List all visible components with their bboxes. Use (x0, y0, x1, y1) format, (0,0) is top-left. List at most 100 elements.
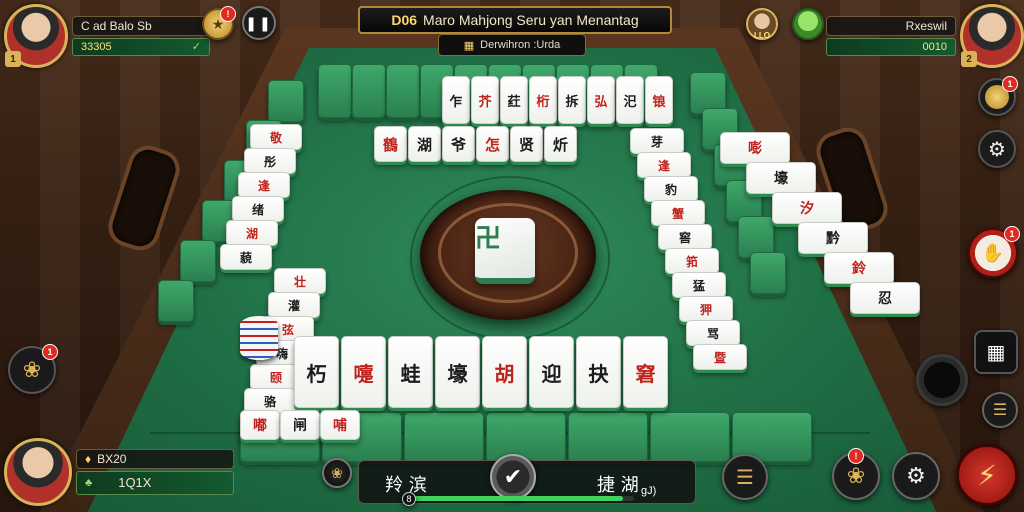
tile-glyph: 敬 (269, 130, 282, 145)
kong-button[interactable]: ⚙ (892, 452, 940, 500)
tile-row_top[interactable]: 芥 (471, 76, 499, 124)
turn-progress-fill (410, 496, 623, 501)
player-name: Rxeswil (826, 16, 956, 36)
tile-bottom_row[interactable]: 窘 (623, 336, 668, 408)
avatar[interactable]: 1 (4, 4, 68, 68)
wheat-coin-button[interactable]: ❀ (322, 458, 352, 488)
avatar[interactable] (4, 438, 72, 506)
tile-glyph: 弘 (594, 94, 608, 110)
tile-right_column[interactable]: 猛 (672, 272, 726, 298)
tile-row_top[interactable]: 弘 (587, 76, 615, 124)
tile-right_column[interactable]: 窖 (658, 224, 712, 250)
tile-left_column[interactable]: 彤 (244, 148, 296, 174)
tile-glyph: 哺 (333, 418, 347, 434)
tile-right_column[interactable]: 芽 (630, 128, 684, 154)
counter-value: 8 (406, 494, 412, 504)
tile-right_outer[interactable]: 忍 (850, 282, 920, 314)
tile-left_column[interactable]: 逢 (238, 172, 290, 198)
player-bottom-left[interactable]: ♦ BX20 ♣ 1Q1X (4, 438, 234, 506)
avatar[interactable]: 2 (960, 4, 1024, 68)
pong-button[interactable]: ❀ ! (832, 448, 880, 500)
tile-bottom_row[interactable]: 迎 (529, 336, 574, 408)
tile-right_column[interactable]: 暨 (693, 344, 747, 370)
tile-row_second[interactable]: 鶴 (374, 126, 407, 162)
tile-bottom_row[interactable]: 壕 (435, 336, 480, 408)
tile-glyph: 忍 (878, 291, 892, 307)
tile-bottom_row[interactable]: 抉 (576, 336, 621, 408)
tile-bottom_row[interactable]: 朽 (294, 336, 339, 408)
mahjong-win-button[interactable]: ⚡ (956, 444, 1018, 506)
center-dice-tile[interactable]: 卍 (475, 218, 535, 284)
tile-bottom_row[interactable]: 嚏 (341, 336, 386, 408)
tile-glyph: 黔 (826, 231, 840, 247)
turn-progress-track (410, 496, 634, 501)
tile-left_column[interactable]: 敬 (250, 124, 302, 150)
chat-button[interactable]: ☰ (982, 392, 1018, 428)
tile-right_column[interactable]: 狎 (679, 296, 733, 322)
notification-badge: 1 (1004, 226, 1020, 242)
tile-right_outer[interactable]: 鈴 (824, 252, 894, 284)
tile-right_column[interactable]: 筘 (665, 248, 719, 274)
gift-button[interactable]: ❀ 1 (8, 344, 58, 394)
tile-row_top[interactable]: 荭 (500, 76, 528, 124)
center-tile-glyph: 卍 (475, 224, 502, 254)
tile-bottom_front[interactable]: 闸 (280, 410, 320, 440)
tile-left_column[interactable]: 藐 (220, 244, 272, 270)
tile-left_column[interactable]: 灌 (268, 292, 320, 318)
tile-right_outer[interactable]: 壕 (746, 162, 816, 194)
deal-button[interactable]: ✋ 1 (968, 226, 1020, 278)
match-title: Maro Mahjong Seru yan Menantag (423, 12, 639, 28)
tile-left_column[interactable]: 壮 (274, 268, 326, 294)
side-slot-knob (916, 354, 968, 406)
chow-button[interactable]: ☰ (722, 454, 768, 500)
tile-right_column[interactable]: 蟹 (651, 200, 705, 226)
tile-right_column[interactable]: 豹 (644, 176, 698, 202)
player-top-left[interactable]: 1 C ad Balo Sb 33305 ✓ (4, 4, 210, 68)
tile-row_top[interactable]: 乍 (442, 76, 470, 124)
tile-glyph: 彤 (263, 154, 276, 169)
tile-row_second[interactable]: 爷 (442, 126, 475, 162)
leaf-icon: ❀ (22, 357, 42, 382)
tile-glyph: 壕 (447, 361, 468, 386)
tile-row_second[interactable]: 炘 (544, 126, 577, 162)
layout-button[interactable]: ▦ (974, 330, 1018, 374)
tile-glyph: 窖 (678, 230, 691, 245)
settings-button[interactable]: ⚙ (978, 130, 1016, 168)
tile-right_outer[interactable]: 嘭 (720, 132, 790, 164)
tile-right_outer[interactable]: 汐 (772, 192, 842, 224)
pause-button[interactable]: ❚❚ (242, 6, 276, 40)
seat-badge: 1 (5, 51, 21, 67)
chat-icon: ☰ (992, 402, 1008, 419)
wheat-icon: ❀ (331, 464, 343, 481)
tile-left_column[interactable]: 绪 (232, 196, 284, 222)
tile-glyph: 迎 (541, 361, 562, 386)
coin-button[interactable]: ★ ! (202, 6, 236, 40)
tile-bottom_front[interactable]: 哺 (320, 410, 360, 440)
tile-row_top[interactable]: 锒 (645, 76, 673, 124)
tile-row_top[interactable]: 汜 (616, 76, 644, 124)
reward-button[interactable]: 1 (978, 76, 1018, 116)
tile-glyph: 嘟 (253, 418, 267, 434)
tile-back (486, 412, 566, 462)
tile-row_top[interactable]: 拆 (558, 76, 586, 124)
player-top-right[interactable]: Rxeswil 0010 2 (826, 4, 1024, 68)
opponent-avatar-top[interactable]: LLO (746, 8, 778, 40)
tile-right_column[interactable]: 骂 (686, 320, 740, 346)
tile-row_second[interactable]: 怎 (476, 126, 509, 162)
tile-right_outer[interactable]: 黔 (798, 222, 868, 254)
tile-glyph: 朽 (306, 361, 327, 386)
tile-left_column[interactable]: 湖 (226, 220, 278, 246)
tile-bottom_row[interactable]: 蛙 (388, 336, 433, 408)
tile-row_top[interactable]: 桁 (529, 76, 557, 124)
tile-row_second[interactable]: 湖 (408, 126, 441, 162)
tile-glyph: 闸 (293, 418, 307, 434)
tile-right_column[interactable]: 逢 (637, 152, 691, 178)
tile-bottom_front[interactable]: 嘟 (240, 410, 280, 440)
discard-button[interactable]: ✔ (490, 454, 536, 500)
tile-bottom_row[interactable]: 胡 (482, 336, 527, 408)
tile-glyph: 鶴 (382, 135, 398, 154)
notification-badge: 1 (42, 344, 58, 360)
green-character-avatar[interactable] (792, 8, 824, 40)
tile-row_second[interactable]: 贤 (510, 126, 543, 162)
tile-glyph: 爷 (450, 135, 466, 154)
